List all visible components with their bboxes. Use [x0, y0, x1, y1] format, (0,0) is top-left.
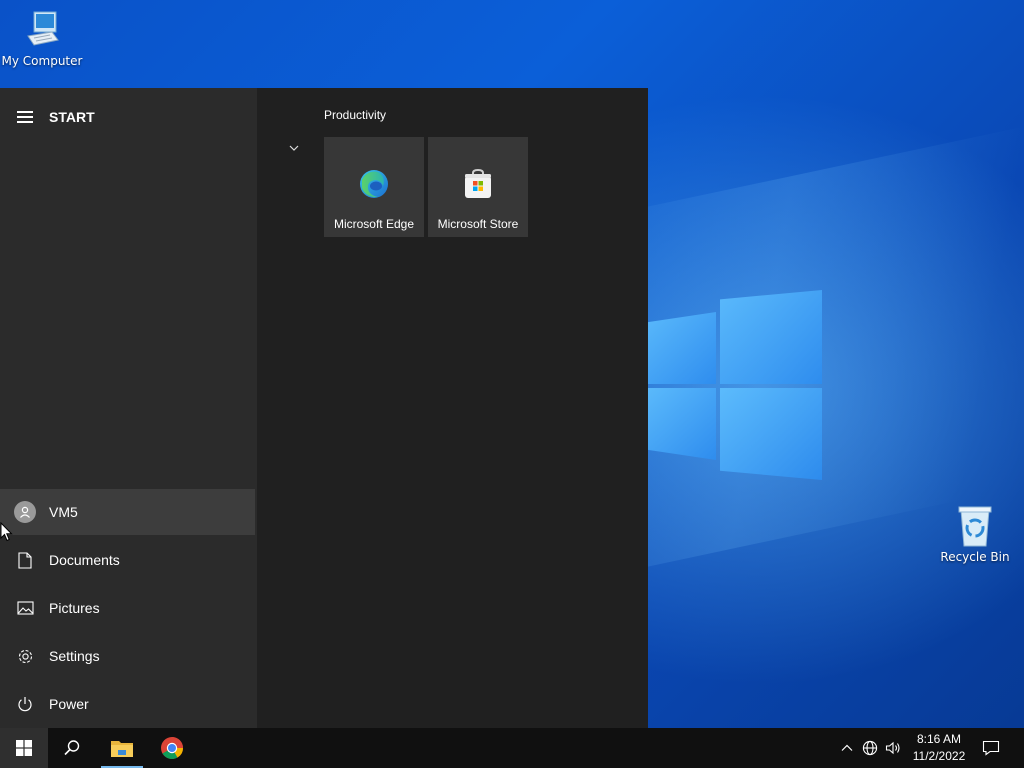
store-icon — [465, 168, 491, 198]
start-menu: START VM5 Documents Pictures Settings Po… — [0, 88, 648, 728]
start-nav-power[interactable]: Power — [0, 681, 255, 727]
edge-icon — [360, 170, 388, 198]
recycle-bin-icon — [958, 506, 992, 547]
start-nav-documents[interactable]: Documents — [0, 537, 255, 583]
chevron-down-icon[interactable] — [286, 140, 302, 156]
desktop-icon-label: Recycle Bin — [940, 550, 1010, 564]
speaker-icon — [885, 741, 900, 755]
start-menu-left-rail: START VM5 Documents Pictures Settings Po… — [0, 88, 257, 728]
desktop-icon-recycle-bin[interactable]: Recycle Bin — [933, 504, 1017, 564]
clock-time: 8:16 AM — [916, 732, 962, 746]
search-button[interactable] — [48, 728, 96, 768]
start-button[interactable] — [0, 728, 48, 768]
pictures-icon — [16, 601, 34, 615]
desktop-icon-my-computer[interactable]: My Computer — [0, 10, 84, 68]
start-nav-user[interactable]: VM5 — [0, 489, 255, 535]
desktop-icon-label: My Computer — [1, 54, 83, 68]
document-icon — [18, 551, 32, 569]
taskbar-chrome[interactable] — [148, 728, 196, 768]
show-hidden-icons[interactable] — [837, 738, 857, 758]
start-nav-label: Pictures — [49, 600, 100, 616]
chevron-up-icon — [841, 744, 853, 751]
search-icon — [64, 740, 80, 756]
windows-logo-icon — [16, 740, 32, 756]
start-nav-label: Power — [49, 696, 89, 712]
start-menu-header: START — [0, 102, 257, 132]
computer-icon — [27, 11, 59, 46]
user-icon — [14, 501, 36, 523]
tile-microsoft-edge[interactable]: Microsoft Edge — [324, 137, 424, 237]
hamburger-menu-icon[interactable] — [17, 111, 33, 123]
taskbar-file-explorer[interactable] — [98, 728, 146, 768]
start-nav-pictures[interactable]: Pictures — [0, 585, 255, 631]
start-menu-title: START — [49, 109, 95, 125]
taskbar: 8:16 AM 11/2/2022 — [0, 728, 1024, 768]
windows-wallpaper-logo — [648, 290, 824, 480]
file-explorer-icon — [111, 741, 133, 757]
network-status[interactable] — [860, 738, 880, 758]
power-icon — [18, 697, 32, 712]
start-nav-settings[interactable]: Settings — [0, 633, 255, 679]
mouse-cursor-icon — [0, 522, 13, 542]
clock-date: 11/2/2022 — [912, 749, 966, 763]
tile-label: Microsoft Store — [437, 217, 519, 231]
chrome-icon — [161, 737, 183, 759]
start-nav-label: VM5 — [49, 504, 78, 520]
globe-network-icon — [862, 740, 878, 756]
tile-label: Microsoft Edge — [333, 217, 415, 231]
notification-icon — [982, 740, 1000, 756]
taskbar-clock[interactable]: 8:16 AM 11/2/2022 — [904, 731, 974, 765]
volume-control[interactable] — [883, 738, 903, 758]
start-nav-label: Settings — [49, 648, 100, 664]
gear-icon — [18, 649, 32, 663]
start-nav-label: Documents — [49, 552, 120, 568]
action-center-button[interactable] — [981, 738, 1001, 758]
tile-group-title[interactable]: Productivity — [324, 108, 386, 122]
tile-microsoft-store[interactable]: Microsoft Store — [428, 137, 528, 237]
